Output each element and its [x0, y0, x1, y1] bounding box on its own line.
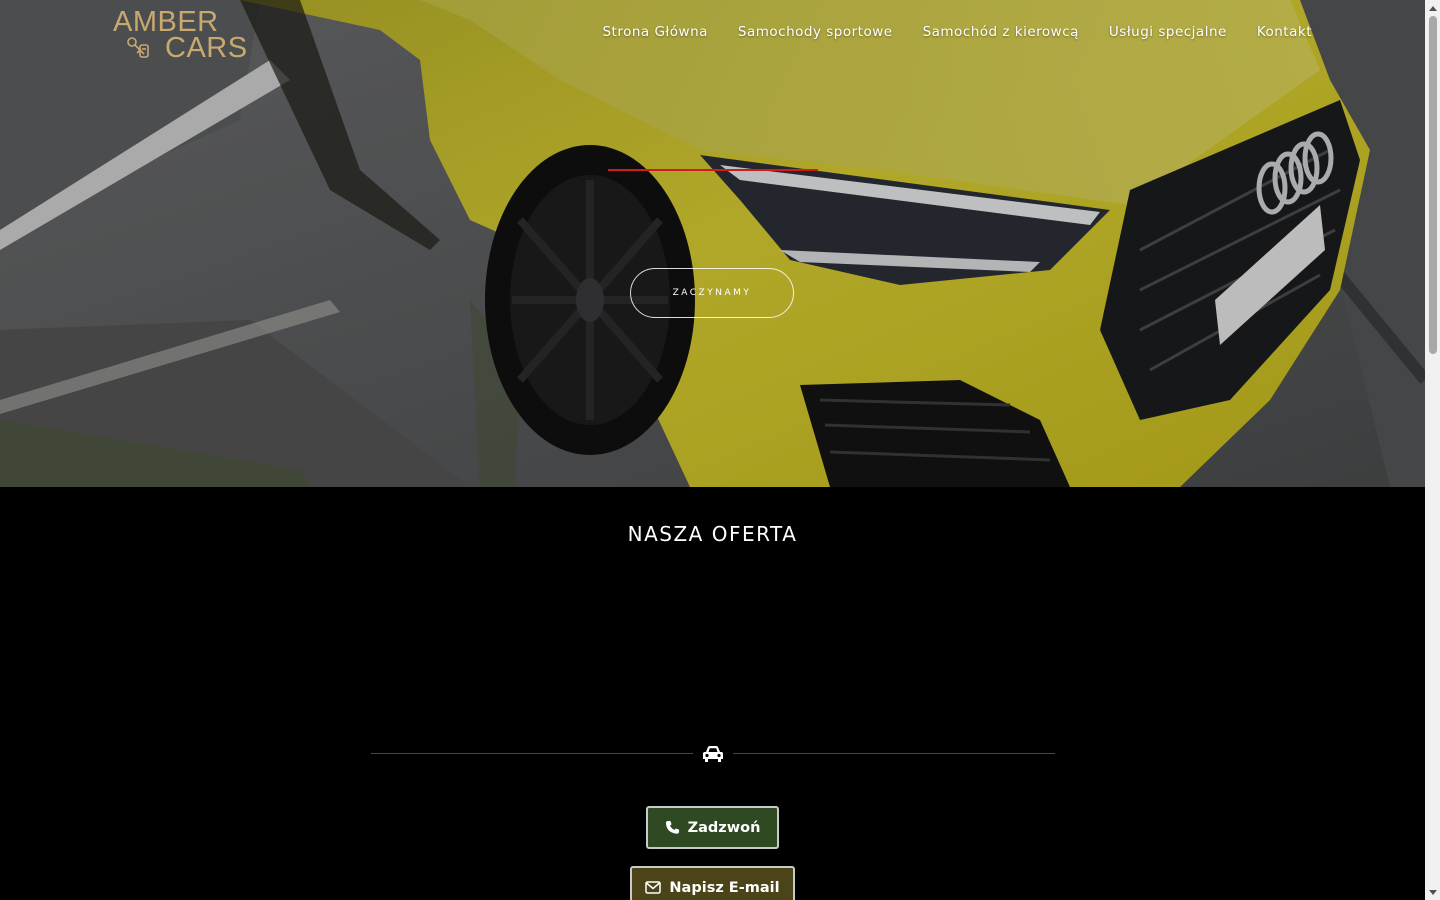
call-button[interactable]: Zadzwoń	[646, 806, 779, 849]
vertical-scrollbar[interactable]	[1425, 0, 1440, 900]
phone-icon	[665, 820, 679, 834]
call-button-label: Zadzwoń	[687, 819, 761, 836]
scroll-down-arrow-icon[interactable]	[1425, 885, 1440, 900]
nav-link-sports-cars[interactable]: Samochody sportowe	[738, 24, 893, 40]
hero-section: AMBER CARS Strona Główna Samochody sport…	[0, 0, 1425, 487]
nav-link-contact[interactable]: Kontakt	[1257, 24, 1312, 40]
offer-title: NASZA OFERTA	[627, 522, 798, 546]
nav-link-chauffeur[interactable]: Samochód z kierowcą	[923, 24, 1079, 40]
logo-text-cars: CARS	[165, 32, 248, 64]
car-keys-icon	[127, 37, 149, 58]
hero-accent-line	[608, 169, 818, 171]
email-button[interactable]: Napisz E-mail	[630, 866, 795, 900]
brand-logo[interactable]: AMBER CARS	[113, 7, 253, 63]
scroll-up-arrow-icon[interactable]	[1425, 0, 1440, 15]
nav-link-special-services[interactable]: Usługi specjalne	[1109, 24, 1227, 40]
divider-line-left	[371, 753, 693, 754]
nav-link-home[interactable]: Strona Główna	[602, 24, 707, 40]
hero-car-photo	[0, 0, 1425, 487]
scrollbar-thumb[interactable]	[1429, 16, 1437, 354]
page: AMBER CARS Strona Główna Samochody sport…	[0, 0, 1425, 900]
car-icon	[703, 746, 723, 762]
start-button[interactable]: ZACZYNAMY	[630, 268, 794, 318]
email-button-label: Napisz E-mail	[669, 879, 780, 896]
envelope-icon	[645, 881, 662, 894]
divider-line-right	[733, 753, 1055, 754]
main-navigation: Strona Główna Samochody sportowe Samochó…	[602, 24, 1312, 40]
